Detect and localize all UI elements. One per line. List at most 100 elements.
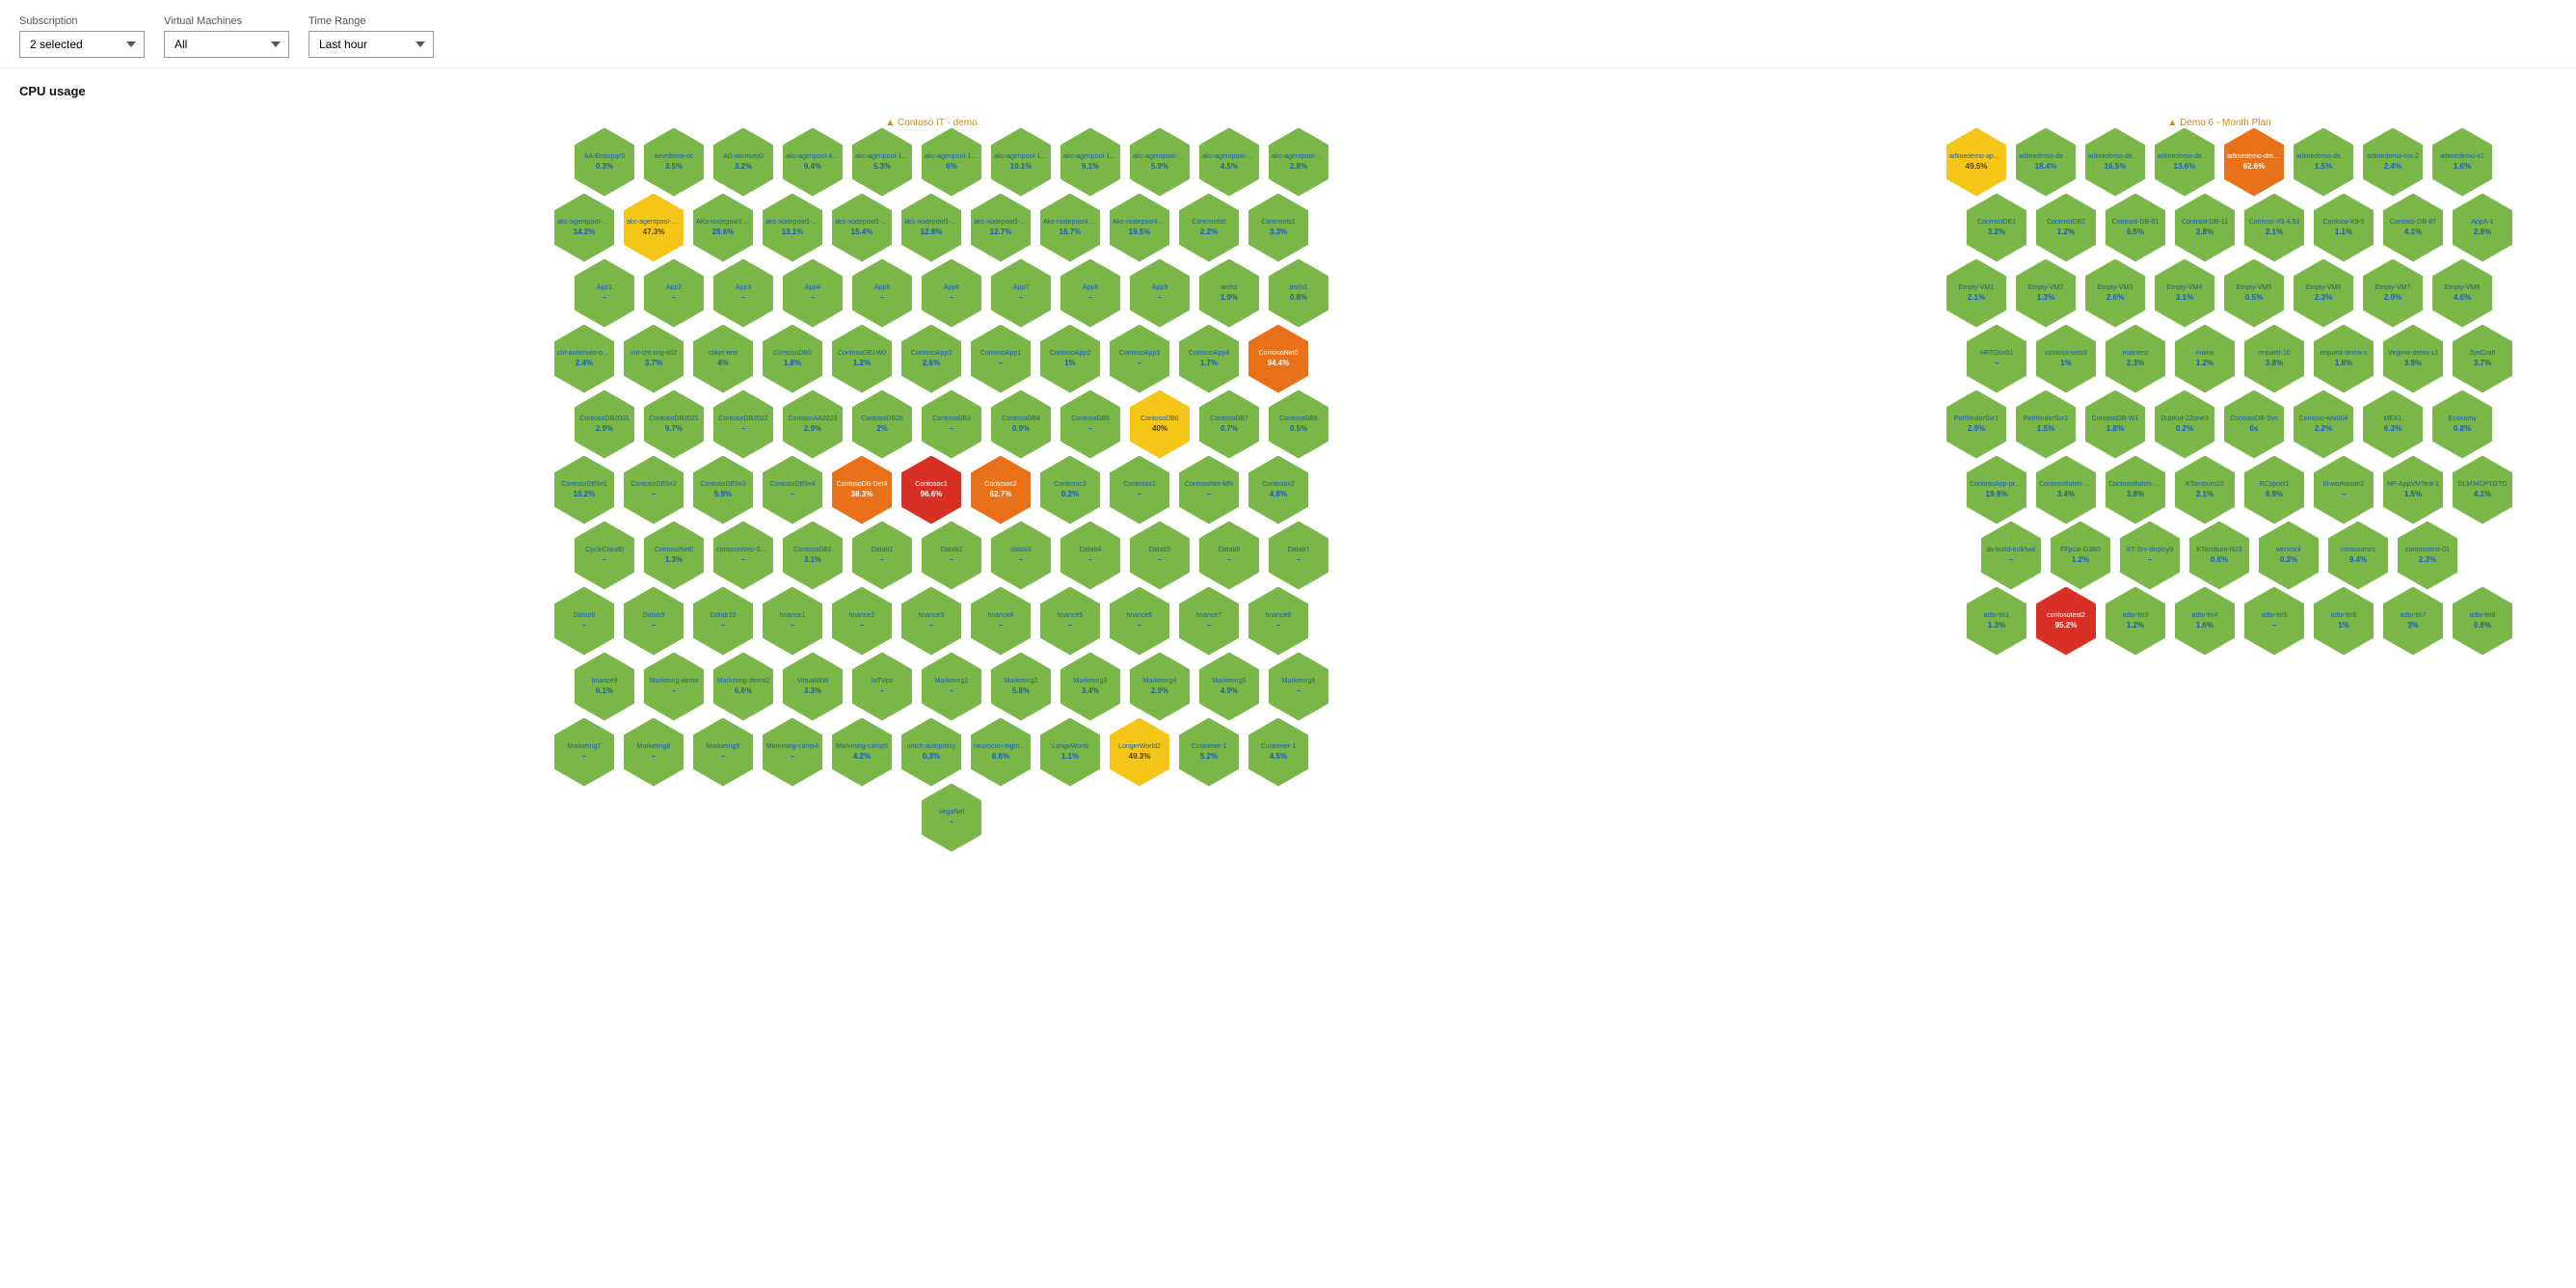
hex-cell[interactable]: finance96.1% bbox=[575, 653, 634, 721]
hex-cell[interactable]: akc-agentpool-89075.9% bbox=[1130, 128, 1190, 197]
hex-cell[interactable]: RCspool10.9% bbox=[2244, 456, 2304, 524]
hex-cell-high[interactable]: aiflinedemo-dms-162.6% bbox=[2224, 128, 2284, 197]
hex-cell[interactable]: Empty-VM21.3% bbox=[2016, 259, 2076, 328]
hex-cell[interactable]: aiflinedemo-demo216.5% bbox=[2085, 128, 2145, 197]
hex-cell[interactable]: ContosoDB-W11.8% bbox=[2085, 390, 2145, 459]
subscription-select[interactable]: 2 selected bbox=[19, 31, 145, 58]
hex-cell[interactable]: App9– bbox=[1130, 259, 1190, 328]
hex-cell-critical[interactable]: contosotest295.2% bbox=[2036, 587, 2096, 656]
hex-cell[interactable]: ContosoDB01.8% bbox=[763, 325, 822, 393]
hex-cell[interactable]: PathfinderSvr21.5% bbox=[2016, 390, 2076, 459]
hex-cell[interactable]: adbi-fin61% bbox=[2314, 587, 2374, 656]
hex-cell[interactable]: Contosox1– bbox=[1110, 456, 1169, 524]
hex-cell[interactable]: ContosoApp41.7% bbox=[1179, 325, 1239, 393]
hex-cell[interactable]: Empty-VM12.1% bbox=[1946, 259, 2006, 328]
hex-cell[interactable]: ContrastDB21.2% bbox=[2036, 194, 2096, 262]
hex-cell[interactable]: ContosoApp21% bbox=[1040, 325, 1100, 393]
hex-cell[interactable]: LongoWorld1.1% bbox=[1040, 718, 1100, 787]
hex-cell[interactable]: datab3– bbox=[991, 522, 1051, 590]
hex-cell[interactable]: Datab7– bbox=[1269, 522, 1328, 590]
hex-cell[interactable]: Contoso-wrk0042.2% bbox=[2294, 390, 2353, 459]
hex-cell[interactable]: App2– bbox=[644, 259, 704, 328]
vm-select[interactable]: All bbox=[164, 31, 289, 58]
hex-cell[interactable]: aevrdemo-dc3.5% bbox=[644, 128, 704, 197]
hex-cell[interactable]: App6– bbox=[922, 259, 981, 328]
hex-cell[interactable]: wenrock0.3% bbox=[2259, 522, 2319, 590]
hex-cell[interactable]: neurocon-mgmt016.6% bbox=[971, 718, 1031, 787]
hex-cell[interactable]: Marketing9– bbox=[693, 718, 753, 787]
hex-cell[interactable]: ContosoDB3– bbox=[922, 390, 981, 459]
hex-cell[interactable]: Marketing-demo26.6% bbox=[713, 653, 773, 721]
timerange-select[interactable]: Last hour bbox=[309, 31, 434, 58]
hex-cell[interactable]: akc-agentpool-4011114.2% bbox=[554, 194, 614, 262]
hex-cell[interactable]: Customer-14.5% bbox=[1248, 718, 1308, 787]
hex-cell[interactable]: ContosoNet-MN– bbox=[1179, 456, 1239, 524]
hex-cell[interactable]: finance1– bbox=[763, 587, 822, 656]
hex-cell[interactable]: ContosoDB9e2– bbox=[624, 456, 684, 524]
hex-cell[interactable]: adbi-fin73% bbox=[2383, 587, 2443, 656]
hex-cell[interactable]: contoso-web31% bbox=[2036, 325, 2096, 393]
hex-cell[interactable]: ContosoNet01.3% bbox=[644, 522, 704, 590]
hex-cell[interactable]: finance3– bbox=[901, 587, 961, 656]
hex-cell[interactable]: NP-AppVMTest-11.5% bbox=[2383, 456, 2443, 524]
hex-cell[interactable]: ContosoApp3– bbox=[1110, 325, 1169, 393]
hex-cell[interactable]: ContosoAA20232.9% bbox=[783, 390, 843, 459]
hex-cell[interactable]: Contosox24.8% bbox=[1248, 456, 1308, 524]
hex-cell[interactable]: aiflinedemo-demo313.6% bbox=[2155, 128, 2214, 197]
hex-cell[interactable]: Datab1– bbox=[852, 522, 912, 590]
hex-cell[interactable]: Aks-nodepool4-J85116.7% bbox=[1040, 194, 1100, 262]
hex-cell[interactable]: Marketing54.9% bbox=[1199, 653, 1259, 721]
hex-cell[interactable]: AD-winrtsep03.2% bbox=[713, 128, 773, 197]
hex-cell[interactable]: Empty-VM62.3% bbox=[2294, 259, 2353, 328]
hex-cell[interactable]: ContosoApp1– bbox=[971, 325, 1031, 393]
hex-cell[interactable]: Contrast-DB-112.8% bbox=[2175, 194, 2235, 262]
hex-cell[interactable]: contosoWeb-SNAT– bbox=[713, 522, 773, 590]
hex-cell[interactable]: ContosoDB1W01.2% bbox=[832, 325, 892, 393]
hex-cell[interactable]: ContosoBatch-qa23.8% bbox=[2106, 456, 2165, 524]
hex-cell[interactable]: ContosoApp02.6% bbox=[901, 325, 961, 393]
hex-cell[interactable]: KTamburo222.1% bbox=[2175, 456, 2235, 524]
hex-cell[interactable]: ContrastDB13.2% bbox=[1967, 194, 2026, 262]
hex-cell[interactable]: App3– bbox=[713, 259, 773, 328]
hex-cell[interactable]: archz1.9% bbox=[1199, 259, 1259, 328]
hex-cell[interactable]: finance7– bbox=[1179, 587, 1239, 656]
hex-cell[interactable]: ContosoDB9e4– bbox=[763, 456, 822, 524]
hex-cell[interactable]: Marketing-camp4– bbox=[763, 718, 822, 787]
hex-cell[interactable]: Contosoc30.2% bbox=[1040, 456, 1100, 524]
hex-cell[interactable]: aiflinedemo-ms-22.4% bbox=[2363, 128, 2423, 197]
hex-cell[interactable]: Contoso-DB-874.1% bbox=[2383, 194, 2443, 262]
hex-cell[interactable]: Marketing1– bbox=[922, 653, 981, 721]
hex-cell[interactable]: aks-nodepool1-445113.1% bbox=[763, 194, 822, 262]
hex-cell-high[interactable]: ContosoDB-Def438.3% bbox=[832, 456, 892, 524]
hex-cell[interactable]: adbi-fin80.6% bbox=[2453, 587, 2512, 656]
hex-cell[interactable]: Datab8– bbox=[554, 587, 614, 656]
hex-cell[interactable]: CycleCloud0– bbox=[575, 522, 634, 590]
hex-cell[interactable]: PathfinderSvr12.9% bbox=[1946, 390, 2006, 459]
hex-cell[interactable]: DubKof-2Zone30.2% bbox=[2155, 390, 2214, 459]
hex-cell[interactable]: Marketing6– bbox=[1269, 653, 1328, 721]
hex-cell[interactable]: ContosoDB2b2% bbox=[852, 390, 912, 459]
hex-cell[interactable]: Marketing-camp54.2% bbox=[832, 718, 892, 787]
hex-cell[interactable]: App7– bbox=[991, 259, 1051, 328]
hex-cell[interactable]: LongerWorld249.3% bbox=[1110, 718, 1169, 787]
hex-cell[interactable]: ContosoDB20219.7% bbox=[644, 390, 704, 459]
hex-cell[interactable]: Marketing-demo– bbox=[644, 653, 704, 721]
hex-cell[interactable]: ContosoDB20012.9% bbox=[575, 390, 634, 459]
hex-cell[interactable]: ContosoDB80.5% bbox=[1269, 390, 1328, 459]
hex-cell[interactable]: Empty-VM72.9% bbox=[2363, 259, 2423, 328]
hex-cell[interactable]: request-103.8% bbox=[2244, 325, 2304, 393]
hex-cell[interactable]: Datab10– bbox=[693, 587, 753, 656]
hex-cell[interactable]: KT-Srv-deploy9– bbox=[2120, 522, 2180, 590]
hex-cell[interactable]: archi10.8% bbox=[1269, 259, 1328, 328]
hex-cell[interactable]: adbi-fin11.3% bbox=[1967, 587, 2026, 656]
hex-cell[interactable]: KTamburo-N230.6% bbox=[2189, 522, 2249, 590]
hex-cell[interactable]: Aks-nodepool4-J85219.5% bbox=[1110, 194, 1169, 262]
hex-cell[interactable]: akc-agenpool-14T15.3% bbox=[852, 128, 912, 197]
hex-cell[interactable]: adbi-fin41.6% bbox=[2175, 587, 2235, 656]
hex-cell[interactable]: SysCraft3.7% bbox=[2453, 325, 2512, 393]
hex-cell[interactable]: Virginia-demo s13.9% bbox=[2383, 325, 2443, 393]
hex-cell[interactable]: dv-build-bulkfwd– bbox=[1981, 522, 2041, 590]
hex-cell[interactable]: aiflinedemo-x11.6% bbox=[2432, 128, 2492, 197]
hex-cell[interactable]: AKs-nodepool1-J54528.6% bbox=[693, 194, 753, 262]
hex-cell[interactable]: Empty-VM43.1% bbox=[2155, 259, 2214, 328]
